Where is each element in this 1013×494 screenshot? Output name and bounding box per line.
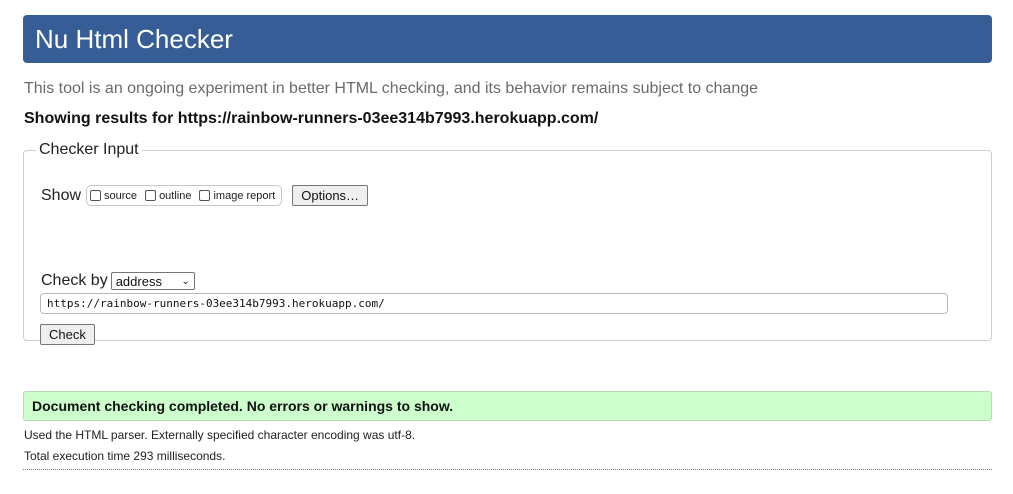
url-input[interactable]: https://rainbow-runners-03ee314b7993.her… xyxy=(40,293,948,314)
parser-info: Used the HTML parser. Externally specifi… xyxy=(24,428,416,442)
checker-input-fieldset: Checker Input Show source outline image … xyxy=(23,141,992,345)
check-by-select[interactable]: address ⌄ xyxy=(110,272,195,290)
outline-checkbox-label[interactable]: outline xyxy=(159,190,191,202)
source-checkbox[interactable] xyxy=(90,190,102,201)
check-button[interactable]: Check xyxy=(40,324,95,345)
outline-checkbox-option[interactable]: outline xyxy=(145,190,191,202)
show-options-row: Show source outline image report Options… xyxy=(41,185,369,206)
results-for-heading: Showing results for https://rainbow-runn… xyxy=(24,110,599,127)
page-header: Nu Html Checker xyxy=(23,15,992,63)
show-options-group: source outline image report xyxy=(86,185,283,206)
intro-text: This tool is an ongoing experiment in be… xyxy=(24,80,759,97)
image-report-checkbox-label[interactable]: image report xyxy=(213,190,275,202)
options-button[interactable]: Options… xyxy=(292,185,369,206)
outline-checkbox[interactable] xyxy=(145,190,157,201)
page-title: Nu Html Checker xyxy=(35,24,233,54)
source-checkbox-label[interactable]: source xyxy=(104,190,137,202)
check-by-row: Check by address ⌄ xyxy=(41,272,195,290)
success-message: Document checking completed. No errors o… xyxy=(23,391,992,421)
chevron-down-icon[interactable]: ⌄ xyxy=(181,276,189,287)
execution-time: Total execution time 293 milliseconds. xyxy=(24,449,226,463)
image-report-checkbox-option[interactable]: image report xyxy=(199,190,275,202)
divider xyxy=(23,469,992,470)
check-by-label: Check by xyxy=(41,272,108,289)
checker-input-legend: Checker Input xyxy=(39,141,139,158)
check-by-selected-value[interactable]: address xyxy=(116,274,162,289)
image-report-checkbox[interactable] xyxy=(199,190,211,201)
show-label: Show xyxy=(41,186,82,204)
source-checkbox-option[interactable]: source xyxy=(90,190,137,202)
